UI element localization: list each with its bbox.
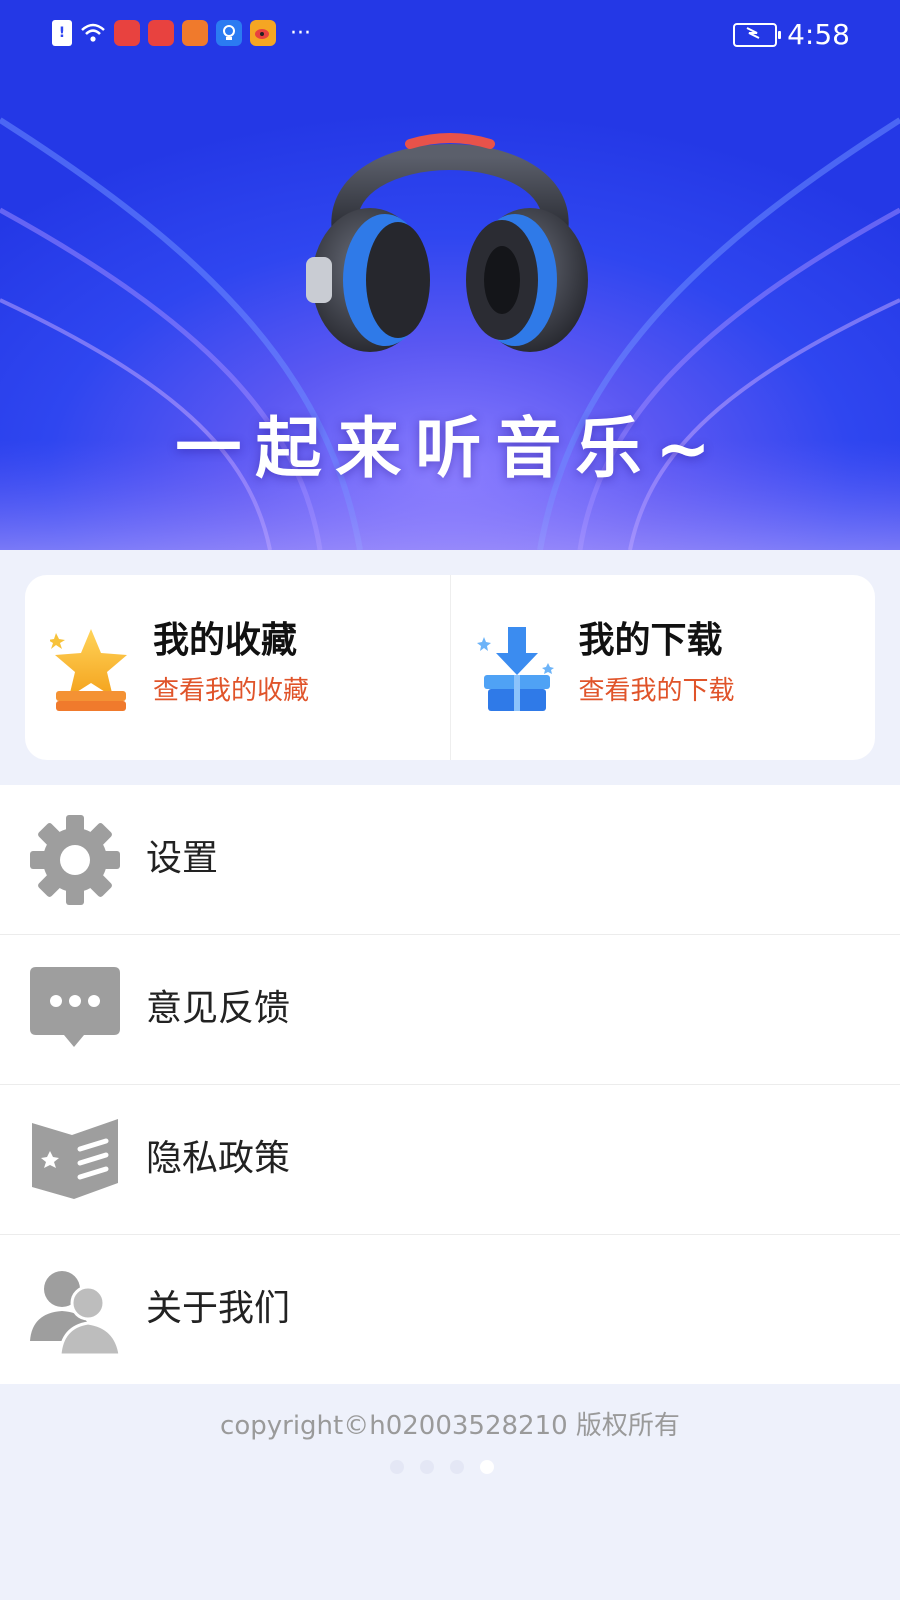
star-icon [50,629,127,711]
copyright-text: copyright©h02003528210 版权所有 [220,1411,680,1441]
app-store-icon-2 [148,20,174,46]
status-time: 4:58 [787,18,850,51]
banner-title: 一起来听音乐~ [175,410,725,487]
battery-charging-icon [733,22,782,47]
my-downloads-subtitle: 查看我的下载 [578,676,735,706]
download-box-icon [476,627,554,711]
status-bar: ! ··· 4:58 [0,0,900,70]
my-downloads-title: 我的下载 [578,620,723,661]
menu-label-feedback: 意见反馈 [146,988,291,1029]
page-indicator [390,1460,494,1474]
my-downloads-entry[interactable]: 我的下载 查看我的下载 [449,575,876,760]
wifi-icon [80,20,106,46]
menu-item-privacy-policy[interactable]: 隐私政策 [0,1085,900,1235]
menu-label-settings: 设置 [146,838,219,879]
policy-book-icon [32,1119,118,1199]
app-notification-icon [182,20,208,46]
page-dot-1[interactable] [390,1460,404,1474]
page-dot-3[interactable] [450,1460,464,1474]
chat-bubble-icon [30,967,120,1047]
page-dot-2[interactable] [420,1460,434,1474]
more-notifications-icon: ··· [290,20,311,46]
quick-actions-card: 我的收藏 查看我的收藏 我的下载 查看我的下载 [25,575,875,760]
page-dot-4-active[interactable] [480,1460,494,1474]
gear-icon [30,815,120,905]
my-favorites-entry[interactable]: 我的收藏 查看我的收藏 [25,575,450,760]
alert-icon: ! [52,20,72,46]
menu-label-about-us: 关于我们 [146,1288,291,1329]
settings-menu-list: 设置 意见反馈 隐私政策 关于我们 [0,785,900,1384]
users-icon [30,1271,122,1357]
app-store-icon [114,20,140,46]
menu-item-about-us[interactable]: 关于我们 [0,1235,900,1384]
weibo-icon [250,20,276,46]
menu-label-privacy-policy: 隐私政策 [146,1138,291,1179]
lightbulb-icon [216,20,242,46]
my-favorites-subtitle: 查看我的收藏 [153,676,310,706]
header-banner: ! ··· 4:58 一起来听音乐~ [0,0,900,550]
headphones-icon [306,133,588,352]
menu-item-feedback[interactable]: 意见反馈 [0,935,900,1085]
my-favorites-title: 我的收藏 [153,620,298,661]
menu-item-settings[interactable]: 设置 [0,785,900,935]
